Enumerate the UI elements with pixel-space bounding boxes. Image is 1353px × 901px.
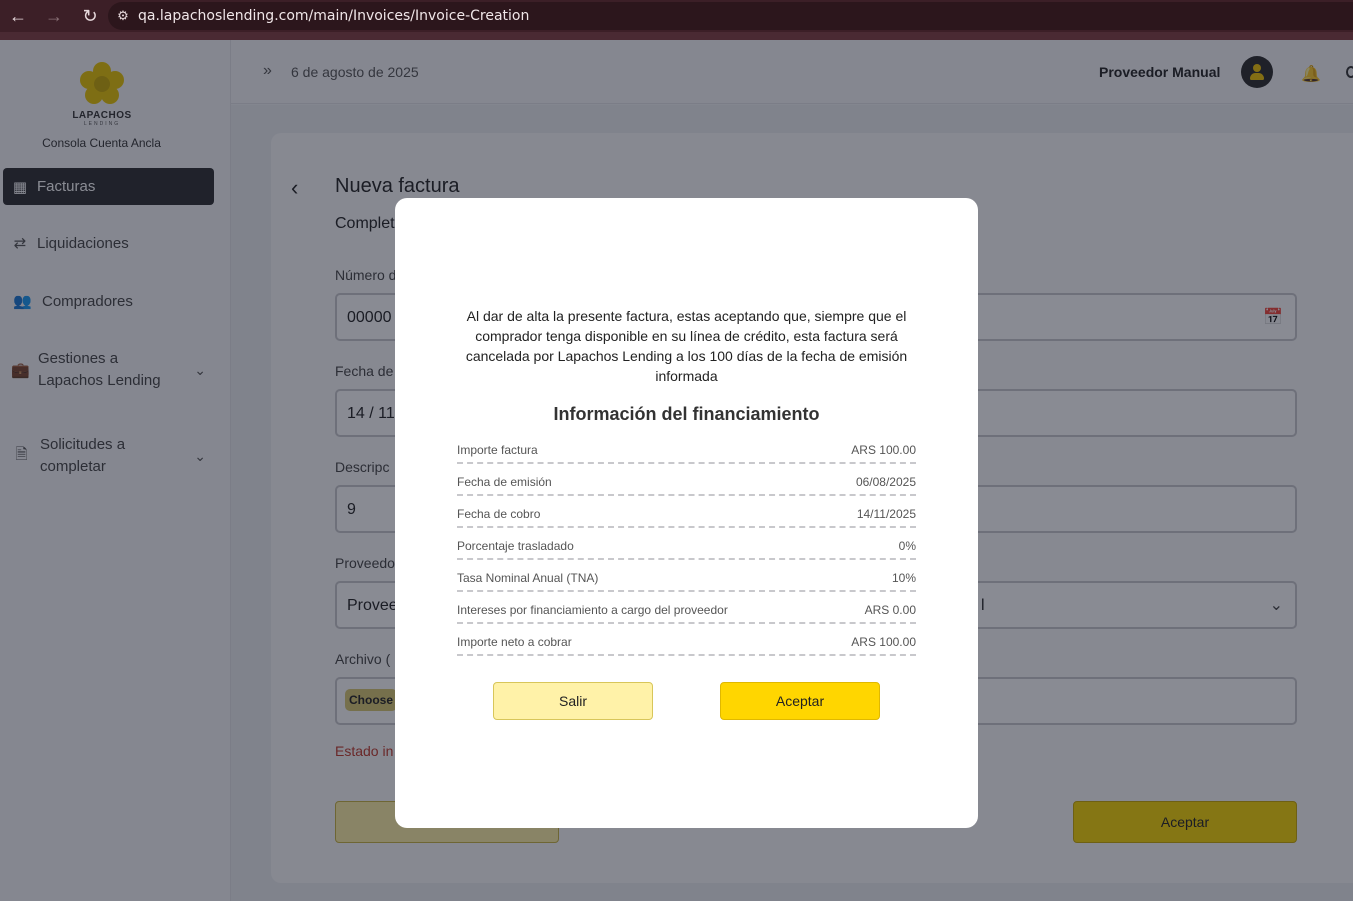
info-label: Tasa Nominal Anual (TNA) <box>457 571 599 585</box>
info-value: 06/08/2025 <box>855 475 916 489</box>
back-arrow-icon[interactable]: ← <box>0 0 36 32</box>
financing-info-heading: Información del financiamiento <box>553 404 820 424</box>
info-row: Tasa Nominal Anual (TNA) 10% <box>457 568 916 592</box>
info-value: 14/11/2025 <box>856 507 916 521</box>
info-value: 0% <box>898 539 916 553</box>
info-value: 10% <box>891 571 916 585</box>
site-settings-icon[interactable]: ⚙ <box>108 2 138 30</box>
info-row: Importe neto a cobrar ARS 100.00 <box>457 632 916 656</box>
browser-toolbar: ← → ↻ ⚙ qa.lapachoslending.com/main/Invo… <box>0 0 1353 32</box>
info-label: Importe factura <box>457 443 538 457</box>
info-row: Intereses por financiamiento a cargo del… <box>457 600 916 624</box>
info-label: Intereses por financiamiento a cargo del… <box>457 603 728 617</box>
info-label: Porcentaje trasladado <box>457 539 574 553</box>
info-row: Fecha de emisión 06/08/2025 <box>457 472 916 496</box>
info-value: ARS 100.00 <box>851 635 916 649</box>
info-value: ARS 0.00 <box>864 603 916 617</box>
info-row: Porcentaje trasladado 0% <box>457 536 916 560</box>
info-label: Fecha de cobro <box>457 507 541 521</box>
info-value: ARS 100.00 <box>851 443 916 457</box>
info-label: Importe neto a cobrar <box>457 635 572 649</box>
info-label: Fecha de emisión <box>457 475 552 489</box>
forward-arrow-icon[interactable]: → <box>36 0 72 32</box>
terms-message: Al dar de alta la presente factura, esta… <box>465 308 908 384</box>
reload-icon[interactable]: ↻ <box>72 0 108 32</box>
accept-button[interactable]: Aceptar <box>720 682 880 720</box>
info-row: Importe factura ARS 100.00 <box>457 440 916 464</box>
exit-button[interactable]: Salir <box>493 682 653 720</box>
browser-divider <box>0 32 1353 40</box>
address-bar[interactable]: ⚙ qa.lapachoslending.com/main/Invoices/I… <box>108 2 1353 30</box>
url-text: qa.lapachoslending.com/main/Invoices/Inv… <box>138 8 530 24</box>
info-row: Fecha de cobro 14/11/2025 <box>457 504 916 528</box>
financing-confirmation-modal: Al dar de alta la presente factura, esta… <box>395 198 978 828</box>
